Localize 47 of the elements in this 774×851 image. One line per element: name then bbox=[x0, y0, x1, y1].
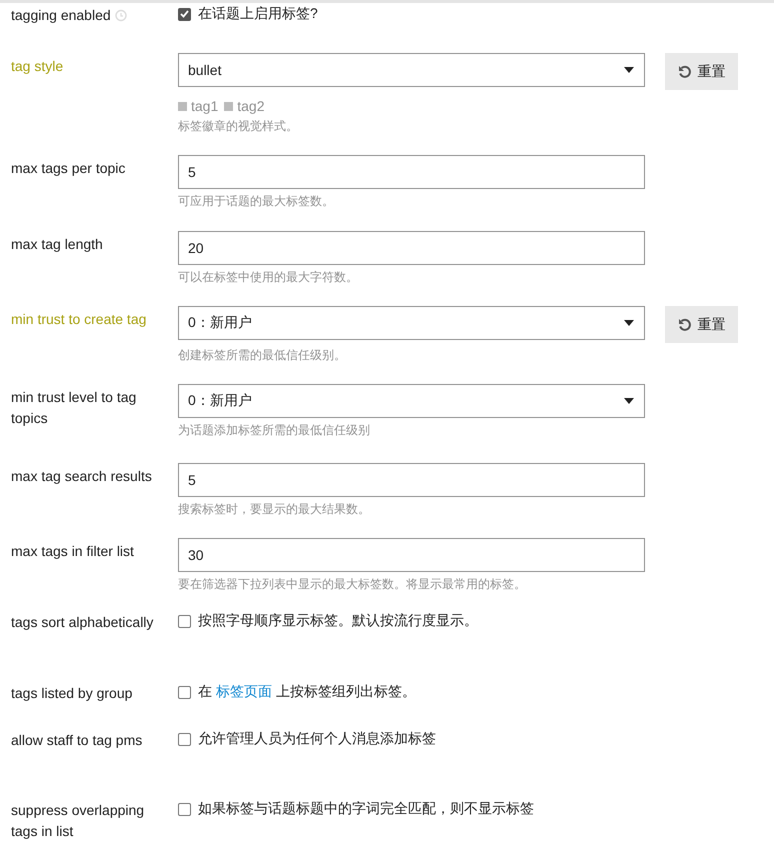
setting-label: tags sort alphabetically bbox=[11, 614, 154, 630]
caret-icon bbox=[624, 320, 634, 326]
checkbox-label: 如果标签与话题标题中的字词完全匹配，则不显示标签 bbox=[198, 800, 534, 818]
input-field[interactable]: 5 bbox=[178, 155, 645, 189]
checkbox[interactable] bbox=[178, 732, 191, 746]
undo-icon bbox=[678, 318, 692, 332]
select-field[interactable]: bullet bbox=[178, 53, 645, 87]
tag-preview: tag2 bbox=[224, 98, 264, 114]
checkbox-label: 上按标签组列出标签。 bbox=[276, 683, 416, 699]
checkbox-label: 在话题上启用标签? bbox=[198, 5, 318, 23]
setting-label: min trust to create tag bbox=[11, 311, 146, 327]
setting-label: tagging enabled bbox=[11, 7, 111, 23]
checkbox[interactable] bbox=[178, 802, 191, 816]
checkbox-label: 在 bbox=[198, 683, 212, 699]
setting-description: 可以在标签中使用的最大字符数。 bbox=[178, 270, 359, 285]
setting-label: allow staff to tag pms bbox=[11, 732, 142, 748]
setting-description: 可应用于话题的最大标签数。 bbox=[178, 194, 335, 209]
select-field[interactable]: 0：新用户 bbox=[178, 384, 645, 418]
setting-description: 为话题添加标签所需的最低信任级别 bbox=[178, 423, 371, 438]
checkbox-label: 按照字母顺序显示标签。默认按流行度显示。 bbox=[198, 612, 478, 630]
setting-description: 标签徽章的视觉样式。 bbox=[178, 119, 299, 134]
input-field[interactable]: 30 bbox=[178, 538, 645, 572]
checkbox[interactable] bbox=[178, 686, 191, 698]
setting-description: 创建标签所需的最低信任级别。 bbox=[178, 348, 347, 363]
setting-label: max tag length bbox=[11, 236, 103, 252]
reset-button[interactable]: 重置 bbox=[665, 306, 738, 343]
checkbox-label: 允许管理人员为任何个人消息添加标签 bbox=[198, 730, 436, 748]
input-field[interactable]: 20 bbox=[178, 231, 645, 265]
setting-description: 要在筛选器下拉列表中显示的最大标签数。将显示最常用的标签。 bbox=[178, 577, 527, 592]
setting-label: min trust level to tag topics bbox=[11, 389, 136, 426]
undo-icon bbox=[678, 64, 692, 78]
setting-label: tags listed by group bbox=[11, 685, 132, 701]
tags-page-link[interactable]: 标签页面 bbox=[216, 683, 272, 699]
setting-label: max tags per topic bbox=[11, 160, 126, 176]
setting-label: max tag search results bbox=[11, 468, 152, 484]
input-field[interactable]: 5 bbox=[178, 463, 645, 497]
setting-label: max tags in filter list bbox=[11, 543, 134, 559]
reset-button[interactable]: 重置 bbox=[665, 53, 738, 90]
tag-preview: tag1 bbox=[178, 98, 218, 114]
checkbox[interactable] bbox=[178, 614, 191, 628]
setting-label: tag style bbox=[11, 58, 64, 74]
caret-icon bbox=[624, 398, 634, 404]
setting-label: suppress overlapping tags in list bbox=[11, 802, 144, 839]
checkbox[interactable] bbox=[178, 8, 191, 20]
setting-description: 搜索标签时，要显示的最大结果数。 bbox=[178, 502, 371, 517]
caret-icon bbox=[624, 67, 634, 73]
select-field[interactable]: 0：新用户 bbox=[178, 306, 645, 340]
